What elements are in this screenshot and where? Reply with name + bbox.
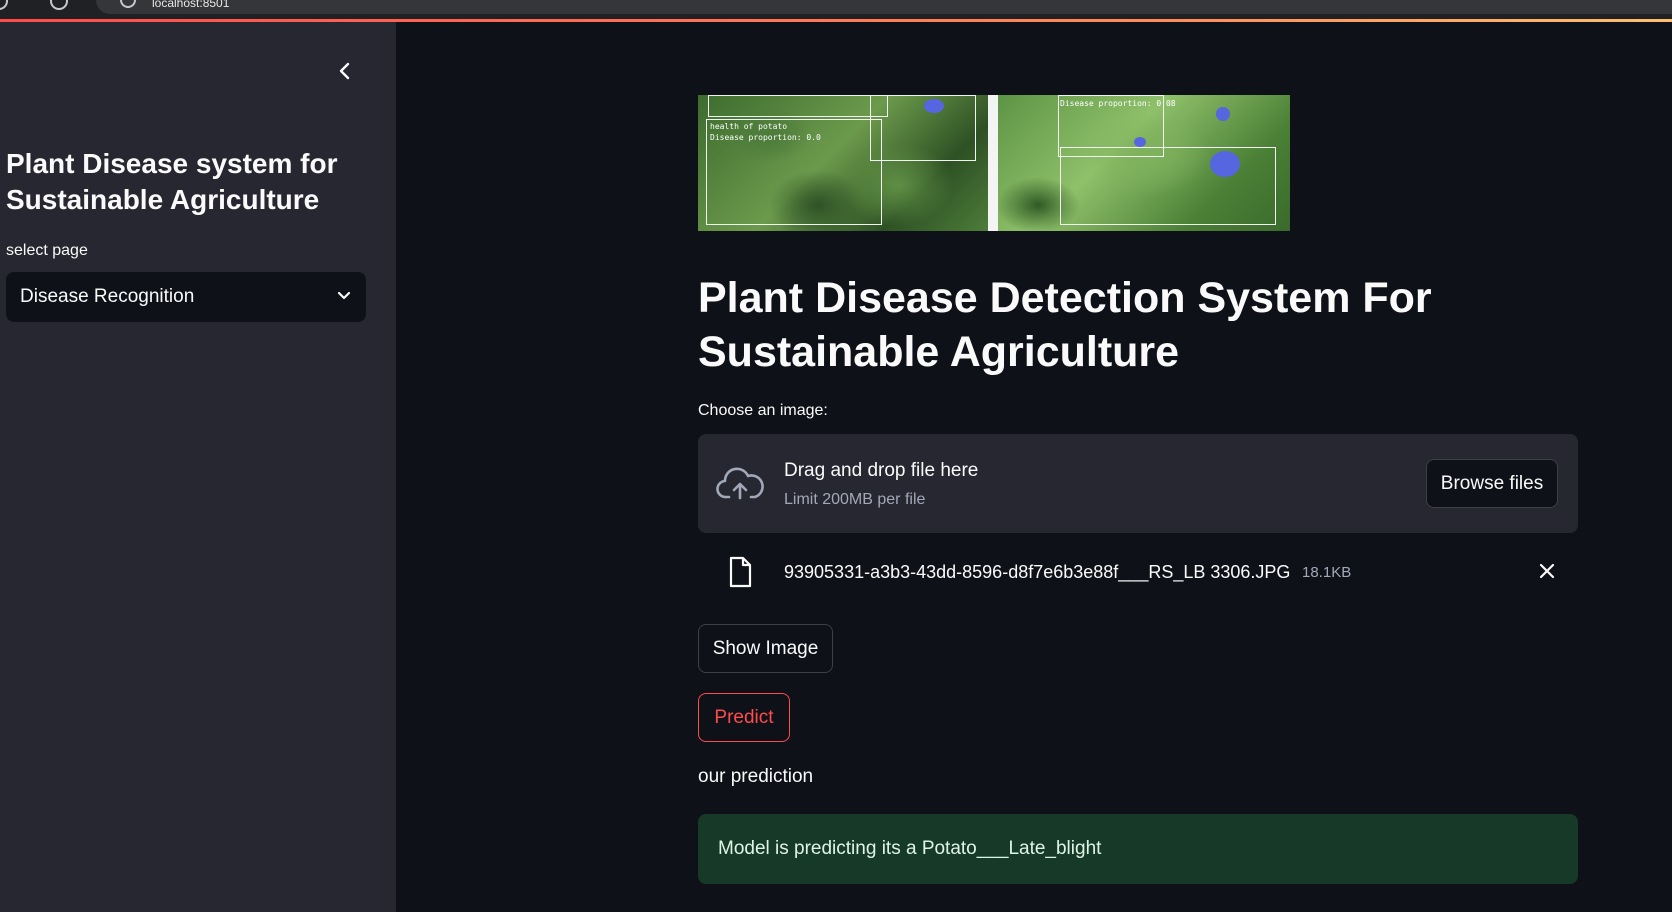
address-bar[interactable] (96, 0, 1672, 14)
back-icon[interactable] (0, 0, 8, 10)
file-name: 93905331-a3b3-43dd-8596-d8f7e6b3e88f___R… (784, 562, 1291, 582)
select-page-value: Disease Recognition (20, 286, 195, 307)
chevron-left-icon (339, 62, 350, 80)
detection-label: health of potato (710, 122, 788, 131)
file-icon (729, 556, 752, 588)
main-content: health of potato Disease proportion: 0.0… (396, 22, 1672, 912)
detection-proportion-label: Disease proportion: 0.0 (710, 133, 821, 142)
detection-proportion-label: Disease proportion: 0.08 (1060, 99, 1176, 108)
sidebar: Plant Disease system for Sustainable Agr… (0, 22, 396, 912)
dropzone-title: Drag and drop file here (784, 460, 979, 481)
url-text: localhost:8501 (152, 0, 230, 10)
banner-image: health of potato Disease proportion: 0.0… (698, 95, 1290, 231)
prediction-result-text: Model is predicting its a Potato___Late_… (718, 838, 1102, 859)
sidebar-title: Plant Disease system for Sustainable Agr… (6, 148, 338, 215)
uploaded-file-row: 93905331-a3b3-43dd-8596-d8f7e6b3e88f___R… (698, 550, 1578, 594)
dropzone-limit: Limit 200MB per file (784, 491, 926, 508)
select-page-dropdown[interactable]: Disease Recognition (6, 272, 366, 322)
file-size: 18.1KB (1302, 564, 1352, 581)
predict-button[interactable]: Predict (698, 693, 790, 742)
leaf-photo-healthy: health of potato Disease proportion: 0.0 (698, 95, 988, 231)
show-image-button[interactable]: Show Image (698, 624, 833, 673)
page-title: Plant Disease Detection System For Susta… (698, 274, 1432, 376)
select-page-label: select page (6, 242, 88, 259)
file-dropzone[interactable]: Drag and drop file here Limit 200MB per … (698, 434, 1578, 533)
prediction-result: Model is predicting its a Potato___Late_… (698, 814, 1578, 884)
chevron-down-icon (337, 291, 351, 300)
reload-icon[interactable] (50, 0, 68, 10)
browse-files-button[interactable]: Browse files (1426, 459, 1558, 508)
cloud-upload-icon (716, 467, 764, 500)
close-icon[interactable] (1538, 562, 1556, 580)
uploader-label: Choose an image: (698, 402, 828, 419)
image-divider (988, 95, 998, 231)
collapse-sidebar-button[interactable] (330, 56, 360, 86)
prediction-heading: our prediction (698, 766, 814, 787)
leaf-photo-diseased: Disease proportion: 0.08 (998, 95, 1290, 231)
